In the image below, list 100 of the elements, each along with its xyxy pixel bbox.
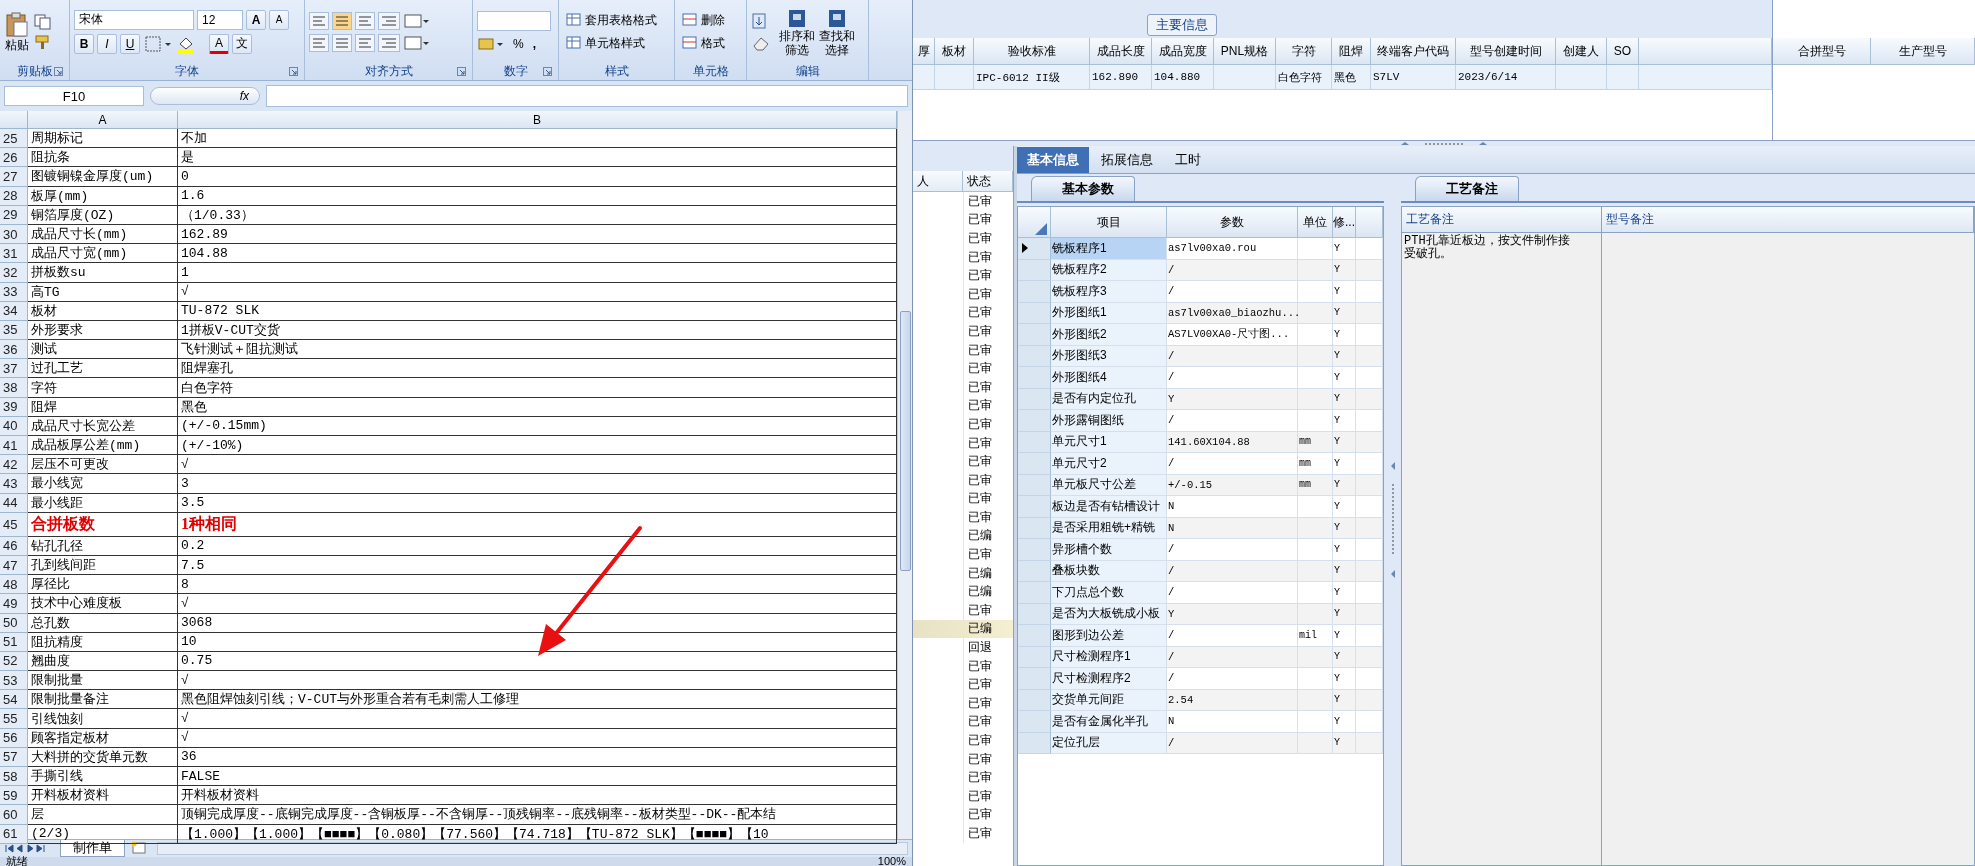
panel-tab[interactable]: 工艺备注 <box>1415 176 1519 201</box>
align-icon[interactable] <box>309 33 329 52</box>
list-row[interactable]: 已审 <box>913 601 1013 620</box>
tab[interactable]: 工时 <box>1165 147 1211 173</box>
list-row[interactable]: 已审 <box>913 229 1013 248</box>
column-header[interactable]: 终端客户代码 <box>1371 38 1456 65</box>
column-header[interactable]: 状态 <box>963 171 1013 191</box>
row-number[interactable]: 50 <box>0 613 28 633</box>
list-row[interactable]: 已审 <box>913 656 1013 676</box>
row-number[interactable]: 59 <box>0 786 28 806</box>
row-number[interactable]: 36 <box>0 340 28 360</box>
column-header[interactable]: 型号备注 <box>1602 207 1974 233</box>
list-row[interactable]: 已审 <box>913 322 1013 341</box>
row-number[interactable]: 46 <box>0 536 28 556</box>
copy-icon[interactable] <box>34 13 52 30</box>
row-number[interactable]: 39 <box>0 397 28 417</box>
list-row[interactable]: 已审 <box>913 768 1013 787</box>
list-row[interactable]: 已审 <box>913 303 1013 323</box>
column-header[interactable]: SO <box>1607 38 1639 65</box>
row-number[interactable]: 54 <box>0 690 28 710</box>
font-name-field[interactable]: 宋体 <box>74 9 194 30</box>
align-icon[interactable] <box>332 11 352 30</box>
style-menu-button[interactable]: 套用表格格式 <box>563 10 660 30</box>
row-number[interactable]: 33 <box>0 282 28 302</box>
dialog-launcher-icon[interactable] <box>54 67 63 76</box>
list-row[interactable]: 已审 <box>913 359 1013 378</box>
row-number[interactable]: 47 <box>0 555 28 576</box>
list-row[interactable]: 已审 <box>913 805 1013 825</box>
row-number[interactable]: 35 <box>0 320 28 341</box>
row-number[interactable]: 42 <box>0 455 28 475</box>
list-row[interactable]: 已审 <box>913 824 1013 843</box>
row-number[interactable]: 53 <box>0 671 28 691</box>
list-row[interactable]: 已审 <box>913 452 1013 471</box>
dialog-launcher-icon[interactable] <box>543 67 552 76</box>
list-row[interactable]: 已审 <box>913 749 1013 769</box>
list-row[interactable]: 已编 <box>913 582 1013 602</box>
name-box[interactable]: F10 <box>4 86 144 106</box>
list-row[interactable]: 回退 <box>913 638 1013 657</box>
row-number[interactable]: 31 <box>0 244 28 264</box>
vertical-scrollbar[interactable] <box>897 111 912 839</box>
list-row[interactable]: 已审 <box>913 787 1013 806</box>
row-selector[interactable] <box>1018 238 1051 260</box>
phonetic-button[interactable]: 文 <box>232 33 252 54</box>
column-header[interactable]: A <box>28 111 178 128</box>
new-sheet-icon[interactable] <box>129 841 149 855</box>
column-header[interactable]: 项目 <box>1051 207 1167 238</box>
align-icon[interactable] <box>355 11 375 30</box>
row-number[interactable]: 30 <box>0 224 28 245</box>
row-number[interactable]: 37 <box>0 359 28 379</box>
row-number[interactable]: 60 <box>0 805 28 825</box>
editing-menu-button[interactable]: 排序和 筛选 <box>779 6 815 57</box>
column-header[interactable]: 字符 <box>1276 38 1332 65</box>
column-header[interactable]: 厚 <box>913 38 935 65</box>
row-number[interactable]: 38 <box>0 378 28 398</box>
list-row[interactable]: 已编 <box>913 526 1013 546</box>
row-number[interactable]: 49 <box>0 594 28 614</box>
font-color-button[interactable]: A <box>209 33 229 54</box>
tab[interactable]: 基本信息 <box>1017 147 1089 173</box>
list-row[interactable]: 已审 <box>913 433 1013 453</box>
list-row[interactable]: 已审 <box>913 731 1013 750</box>
column-header[interactable]: 人 <box>913 171 963 191</box>
list-row[interactable]: 已审 <box>913 210 1013 230</box>
list-row[interactable]: 已审 <box>913 694 1013 713</box>
horizontal-scrollbar[interactable] <box>157 842 908 855</box>
list-row[interactable]: 已编 <box>913 563 1013 583</box>
list-row[interactable]: 已审 <box>913 415 1013 434</box>
splitter-grip-icon[interactable] <box>1399 141 1489 146</box>
panel-tab[interactable]: 基本参数 <box>1031 176 1135 201</box>
indent-icon[interactable] <box>378 33 400 52</box>
orientation-icon[interactable] <box>378 11 400 30</box>
column-header[interactable]: 成品长度 <box>1090 38 1152 65</box>
list-row[interactable]: 已编 <box>913 619 1013 639</box>
row-number[interactable]: 41 <box>0 436 28 456</box>
cell-menu-button[interactable]: 格式 <box>679 33 728 53</box>
style-menu-button[interactable]: 单元格样式 <box>563 33 660 53</box>
row-number[interactable]: 25 <box>0 129 28 149</box>
italic-button[interactable]: I <box>97 33 117 54</box>
cell-menu-button[interactable]: 删除 <box>679 10 728 30</box>
wrap-text-icon[interactable] <box>403 11 429 30</box>
list-row[interactable]: 已审 <box>913 284 1013 304</box>
dialog-launcher-icon[interactable] <box>457 67 466 76</box>
column-header[interactable]: 工艺备注 <box>1402 207 1602 233</box>
format-painter-icon[interactable] <box>34 33 52 50</box>
dialog-launcher-icon[interactable] <box>289 67 298 76</box>
row-number[interactable]: 34 <box>0 301 28 321</box>
row-number[interactable]: 61 <box>0 824 28 844</box>
column-header[interactable]: 验收标准 <box>974 38 1090 65</box>
paste-button[interactable]: 粘贴 <box>4 11 30 52</box>
row-number[interactable]: 56 <box>0 728 28 748</box>
row-number[interactable]: 51 <box>0 632 28 652</box>
column-header[interactable]: 合拼型号 <box>1773 38 1871 65</box>
underline-button[interactable]: U <box>120 33 140 54</box>
list-row[interactable]: 已审 <box>913 247 1013 267</box>
list-row[interactable]: 已审 <box>913 675 1013 695</box>
row-number[interactable]: 48 <box>0 575 28 595</box>
align-icon[interactable] <box>355 33 375 52</box>
font-size-field[interactable]: 12 <box>197 9 243 30</box>
row-number[interactable]: 55 <box>0 709 28 729</box>
row-number[interactable]: 29 <box>0 205 28 225</box>
percent-button[interactable]: % <box>510 35 527 52</box>
